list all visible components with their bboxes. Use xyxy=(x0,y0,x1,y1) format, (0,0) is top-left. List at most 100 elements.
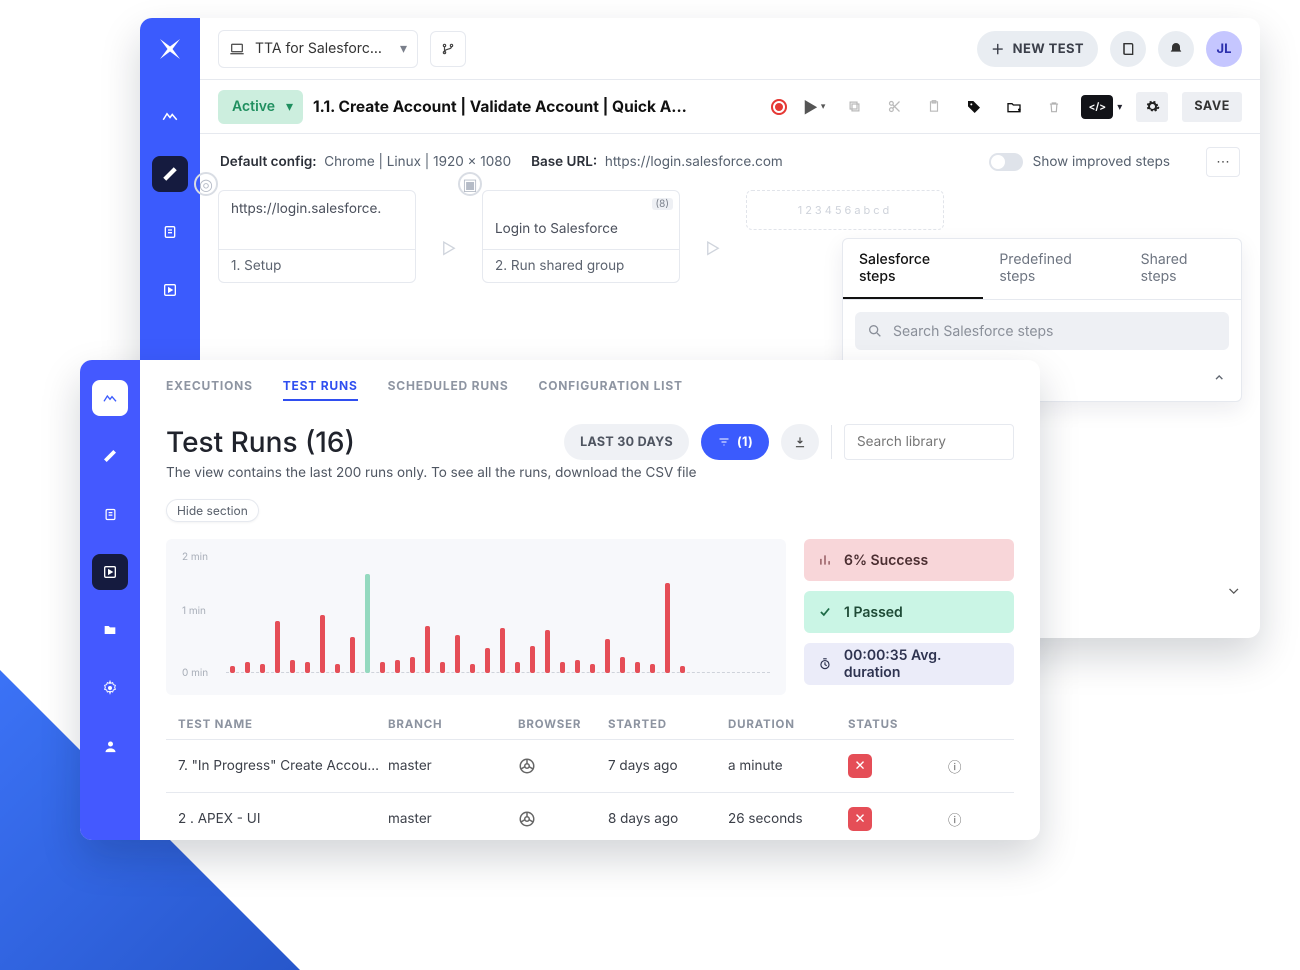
delete-button[interactable] xyxy=(1041,94,1067,120)
project-name: TTA for Salesforc... xyxy=(255,40,382,57)
tab-test-runs[interactable]: TEST RUNS xyxy=(283,378,358,401)
ytick-0: 0 min xyxy=(182,667,208,679)
step-foot: 2. Run shared group xyxy=(483,249,679,282)
project-selector[interactable]: TTA for Salesforc... ▾ xyxy=(218,30,418,68)
hide-section-button[interactable]: Hide section xyxy=(166,499,259,522)
copy-button[interactable] xyxy=(841,94,867,120)
stat-passed-label: 1 Passed xyxy=(844,604,903,621)
chart-bar xyxy=(335,664,340,673)
cell-branch: master xyxy=(388,758,518,774)
test-title: 1.1. Create Account | Validate Account |… xyxy=(313,97,687,116)
page-tools: LAST 30 DAYS (1) xyxy=(564,424,1014,460)
row-info-button[interactable]: ⓘ xyxy=(948,809,988,829)
clipboard-icon xyxy=(927,99,941,114)
notifications-button[interactable] xyxy=(1158,31,1194,67)
tag-button[interactable] xyxy=(961,94,987,120)
branch-icon xyxy=(441,42,455,56)
sidebar-item-editor[interactable] xyxy=(92,438,128,474)
tag-icon xyxy=(966,99,982,115)
download-button[interactable] xyxy=(781,424,819,460)
more-button[interactable]: ⋯ xyxy=(1206,147,1240,177)
topbar: TTA for Salesforc... ▾ ＋ NEW TEST JL xyxy=(200,18,1260,80)
chart-bar xyxy=(620,657,625,673)
code-button[interactable]: </> xyxy=(1081,95,1113,119)
sidebar-item-docs[interactable] xyxy=(152,214,188,250)
cell-browser xyxy=(518,757,608,775)
paste-button[interactable] xyxy=(921,94,947,120)
stat-passed: 1 Passed xyxy=(804,591,1014,633)
sidebar-item-dashboard[interactable] xyxy=(152,98,188,134)
chart-bar xyxy=(290,660,295,673)
chart-bar xyxy=(665,583,670,673)
step-badge: (8) xyxy=(652,198,673,210)
sidebar-item-editor[interactable] xyxy=(152,156,188,192)
chart-bar xyxy=(650,664,655,673)
check-icon xyxy=(818,605,832,619)
gear-icon xyxy=(1145,99,1160,114)
steps-search[interactable]: Search Salesforce steps xyxy=(855,312,1229,350)
chart-bar xyxy=(365,574,370,673)
table-row[interactable]: 2 . APEX - UImaster8 days ago26 seconds✕… xyxy=(166,792,1014,840)
sidebar-item-settings[interactable] xyxy=(92,670,128,706)
status-chip[interactable]: Active xyxy=(218,90,303,124)
step-placeholder[interactable]: 123456abcd xyxy=(746,190,944,230)
avatar[interactable]: JL xyxy=(1206,31,1242,67)
cell-started: 8 days ago xyxy=(608,811,728,827)
record-icon[interactable] xyxy=(771,99,787,115)
filter-pill[interactable]: (1) xyxy=(701,424,769,460)
play-button[interactable]: ▶▾ xyxy=(801,94,827,120)
config-row: Default config: Chrome | Linux | 1920 x … xyxy=(200,134,1260,190)
row-info-button[interactable]: ⓘ xyxy=(948,756,988,776)
steps-panel-tabs: Salesforce steps Predefined steps Shared… xyxy=(843,239,1241,300)
save-button[interactable]: SAVE xyxy=(1182,92,1242,122)
ytick-2: 2 min xyxy=(182,551,208,563)
sidebar-item-dashboard[interactable] xyxy=(92,380,128,416)
cell-duration: a minute xyxy=(728,758,848,774)
toggle-label: Show improved steps xyxy=(1033,154,1170,170)
tab-configuration-list[interactable]: CONFIGURATION LIST xyxy=(539,378,683,401)
tab-salesforce-steps[interactable]: Salesforce steps xyxy=(843,239,983,299)
settings-button[interactable] xyxy=(1136,92,1168,122)
new-test-button[interactable]: ＋ NEW TEST xyxy=(977,31,1098,67)
cell-browser xyxy=(518,810,608,828)
chart-bar xyxy=(590,664,595,673)
col-started: STARTED xyxy=(608,717,728,731)
sidebar-item-files[interactable] xyxy=(92,612,128,648)
sidebar-item-user[interactable] xyxy=(92,728,128,764)
folder-plus-icon xyxy=(1005,99,1023,115)
arrow-icon: ▷ xyxy=(704,238,722,258)
chrome-icon: ◎ xyxy=(194,172,218,196)
test-toolbar: Active 1.1. Create Account | Validate Ac… xyxy=(200,80,1260,134)
range-pill[interactable]: LAST 30 DAYS xyxy=(564,424,689,460)
cell-name: 7. "In Progress" Create Accou... xyxy=(178,758,388,774)
config-value: Chrome | Linux | 1920 x 1080 xyxy=(324,154,511,170)
step-card-1[interactable]: https://login.salesforce. 1. Setup xyxy=(218,190,416,283)
chart-bar xyxy=(605,639,610,673)
sidebar-item-runs[interactable] xyxy=(92,554,128,590)
chart-bar xyxy=(470,664,475,673)
sidebar-item-runs[interactable] xyxy=(152,272,188,308)
cell-started: 7 days ago xyxy=(608,758,728,774)
chart-bar xyxy=(680,666,685,673)
new-test-label: NEW TEST xyxy=(1013,41,1084,57)
step-foot: 1. Setup xyxy=(219,249,415,282)
tab-scheduled-runs[interactable]: SCHEDULED RUNS xyxy=(388,378,509,401)
search-input[interactable] xyxy=(844,424,1014,460)
chart-bar xyxy=(395,660,400,673)
cell-name: 2 . APEX - UI xyxy=(178,811,388,827)
group-button[interactable] xyxy=(1001,94,1027,120)
tab-executions[interactable]: EXECUTIONS xyxy=(166,378,253,401)
step-card-2[interactable]: (8) Login to Salesforce 2. Run shared gr… xyxy=(482,190,680,283)
improved-steps-toggle[interactable] xyxy=(989,153,1023,171)
panel-expand-button[interactable]: ⌄ xyxy=(1228,578,1241,598)
docs-button[interactable] xyxy=(1110,31,1146,67)
tab-shared-steps[interactable]: Shared steps xyxy=(1125,239,1241,299)
cell-status: ✕ xyxy=(848,754,948,778)
branch-button[interactable] xyxy=(430,31,466,67)
sidebar-item-docs[interactable] xyxy=(92,496,128,532)
cut-button[interactable] xyxy=(881,94,907,120)
stat-success-label: 6% Success xyxy=(844,552,928,569)
table-row[interactable]: 7. "In Progress" Create Accou...master 7 … xyxy=(166,739,1014,792)
chart-bar xyxy=(530,646,535,673)
tab-predefined-steps[interactable]: Predefined steps xyxy=(983,239,1124,299)
